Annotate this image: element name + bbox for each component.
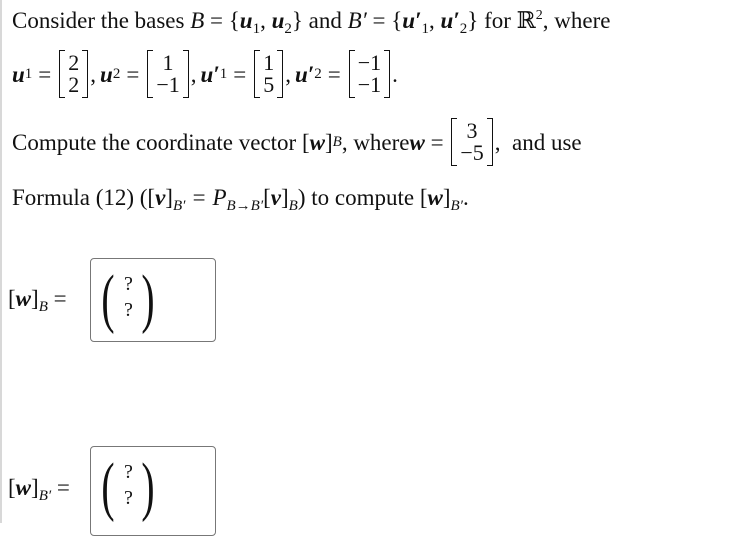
text: , where: [542, 8, 611, 33]
vector-w: w: [409, 129, 425, 155]
text: ,: [260, 8, 272, 33]
vector-name: u′: [200, 61, 220, 87]
subscript: B′: [450, 198, 463, 214]
entry: 5: [263, 72, 275, 97]
subscript: 2: [284, 21, 292, 37]
subscript: B: [38, 299, 48, 315]
left-paren: (: [101, 450, 115, 523]
answer-input-w-B[interactable]: ( ? ? ): [90, 258, 216, 342]
left-paren: (: [101, 262, 115, 335]
subscript: B: [332, 133, 342, 150]
vector-def-u1: u 1 = 22,: [12, 50, 97, 98]
answer-entry-2[interactable]: ?: [124, 487, 133, 510]
right-paren: ): [141, 450, 155, 523]
column-vector: 1 −1: [147, 50, 189, 98]
problem-statement-line-1: Consider the bases B = {u1, u2} and B′ =…: [12, 9, 610, 37]
column-vector: 15: [254, 50, 284, 98]
real-space-symbol: ℝ: [516, 8, 536, 33]
text: .: [462, 185, 469, 210]
vector-name: u: [12, 61, 25, 87]
entry: 2: [68, 50, 80, 75]
entry: −1: [156, 72, 180, 97]
vector-v: v: [155, 185, 166, 210]
column-vector: −1 −1: [348, 50, 391, 98]
subscript: 2: [112, 65, 121, 82]
text: = {: [366, 8, 403, 33]
answer-label-w-B-prime: [w]B′ =: [8, 475, 70, 504]
vector-u2: u: [271, 8, 285, 33]
vector-w: w: [15, 475, 32, 500]
answer-label-w-B: [w]B =: [8, 286, 67, 315]
vector-name: u: [100, 61, 113, 87]
text: Compute the coordinate vector [: [12, 129, 310, 155]
entry: −1: [357, 50, 382, 75]
entry: 1: [263, 50, 275, 75]
vector-definitions: u 1 = 22, u 2 = 1 −1, u′ 1 = 15, u′ 2 = −1 −1.: [12, 50, 398, 98]
subscript: 1: [219, 65, 228, 82]
text: , and use: [494, 129, 582, 155]
subscript: B→B′: [226, 198, 264, 214]
entry: 2: [68, 72, 80, 97]
subscript: B′: [172, 198, 186, 214]
vector-u2-prime: u′: [440, 8, 460, 33]
entry: 1: [162, 50, 174, 75]
answer-entry-1[interactable]: ?: [124, 461, 133, 484]
text: = {: [204, 8, 240, 33]
subscript: B: [288, 198, 298, 214]
text: ,: [429, 8, 441, 33]
vector-w: w: [309, 129, 325, 155]
vector-def-u2: u 2 = 1 −1,: [100, 50, 197, 98]
vector-u1-prime: u′: [402, 8, 422, 33]
answer-entry-2[interactable]: ?: [124, 299, 133, 322]
text: , where: [341, 129, 410, 155]
entry: 3: [466, 118, 478, 143]
vector-v: v: [270, 185, 281, 210]
text: [: [263, 185, 271, 210]
problem-statement-line-4: Formula (12) ([v]B′ = PB→B′[v]B) to comp…: [12, 185, 469, 214]
column-vector-w: 3 −5: [451, 118, 493, 166]
right-paren: ): [141, 262, 155, 335]
subscript: 1: [252, 21, 261, 37]
text: } for: [467, 8, 517, 33]
vector-def-u1-prime: u′ 1 = 15,: [200, 50, 291, 98]
problem-statement-line-3: Compute the coordinate vector [w] B, wher…: [12, 118, 582, 166]
subscript: 1: [421, 21, 430, 37]
vector-u1: u: [239, 8, 253, 33]
vector-w: w: [15, 286, 32, 311]
answer-entry-1[interactable]: ?: [124, 273, 133, 296]
text: Formula (12) ([: [12, 185, 156, 210]
column-vector: 22: [59, 50, 89, 98]
entry: −1: [357, 72, 382, 97]
basis-B-prime: B′: [347, 8, 367, 33]
vector-name: u′: [294, 61, 315, 87]
superscript: 2: [535, 8, 543, 23]
vector-def-u2-prime: u′ 2 = −1 −1.: [294, 50, 398, 98]
text: Consider the bases: [12, 8, 191, 33]
text: } and: [291, 8, 348, 33]
vector-w: w: [427, 185, 443, 210]
text: = P: [185, 185, 227, 210]
text: =: [424, 129, 450, 155]
basis-B: B: [190, 8, 205, 33]
subscript: B′: [38, 488, 52, 504]
entry: −5: [460, 140, 484, 165]
subscript: 1: [24, 65, 33, 82]
subscript: 2: [314, 65, 322, 82]
text: ) to compute [: [297, 185, 428, 210]
